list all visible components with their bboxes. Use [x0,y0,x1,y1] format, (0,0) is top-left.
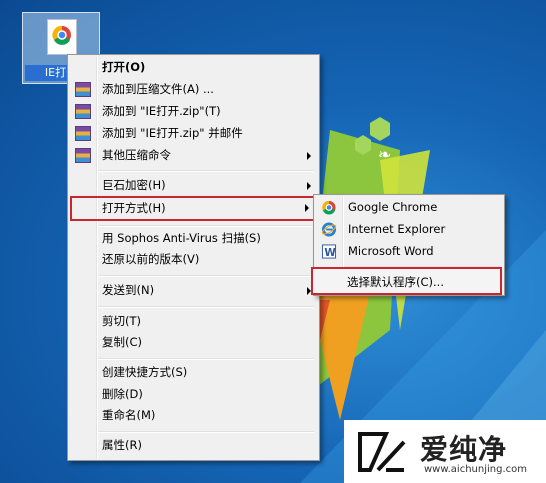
menu-item-add-to-zip-label: 添加到 "IE打开.zip"(T) [102,104,221,118]
menu-item-open[interactable]: 打开(O) [70,57,317,78]
menu-separator [98,306,314,308]
menu-item-create-shortcut[interactable]: 创建快捷方式(S) [70,362,317,383]
menu-item-copy-label: 复制(C) [102,335,143,349]
submenu-item-choose-default-label: 选择默认程序(C)... [347,275,444,289]
menu-separator [98,358,314,360]
menu-item-rename[interactable]: 重命名(M) [70,405,317,426]
submenu-item-google-chrome-label: Google Chrome [348,200,438,214]
brand-logo-icon [358,432,406,472]
chrome-icon [321,200,337,215]
winrar-icon [75,126,91,141]
menu-item-properties-label: 属性(R) [102,438,142,452]
winrar-icon [75,82,91,97]
submenu-arrow-icon [305,204,309,212]
watermark-brand: 爱纯净 [420,433,508,466]
menu-item-other-compress-label: 其他压缩命令 [102,148,171,162]
menu-item-cut-label: 剪切(T) [102,314,141,328]
menu-item-other-compress[interactable]: 其他压缩命令 [70,145,317,166]
winrar-icon [75,148,91,163]
menu-item-open-with-label: 打开方式(H) [102,201,166,215]
menu-item-sophos-scan-label: 用 Sophos Anti-Virus 扫描(S) [102,231,261,245]
watermark: 爱纯净 www.aichunjing.com [344,420,546,483]
menu-item-restore-versions[interactable]: 还原以前的版本(V) [70,249,317,270]
winrar-icon [75,104,91,119]
menu-item-delete[interactable]: 删除(D) [70,384,317,405]
watermark-url: www.aichunjing.com [424,464,527,475]
menu-item-create-shortcut-label: 创建快捷方式(S) [102,365,188,379]
internet-explorer-icon [321,222,337,237]
submenu-arrow-icon [307,182,311,190]
submenu-arrow-icon [307,152,311,160]
chrome-document-icon [47,19,77,55]
menu-item-add-to-zip[interactable]: 添加到 "IE打开.zip"(T) [70,101,317,122]
menu-item-properties[interactable]: 属性(R) [70,435,317,456]
menu-item-encrypt-label: 巨石加密(H) [102,178,166,192]
menu-item-add-to-zip-email[interactable]: 添加到 "IE打开.zip" 并邮件 [70,123,317,144]
submenu-item-internet-explorer-label: Internet Explorer [348,222,446,236]
menu-item-send-to[interactable]: 发送到(N) [70,280,317,301]
menu-separator [98,431,314,433]
menu-item-open-label: 打开(O) [102,60,146,74]
menu-item-open-with[interactable]: 打开方式(H) [70,196,317,221]
menu-item-encrypt[interactable]: 巨石加密(H) [70,175,317,196]
menu-item-sophos-scan[interactable]: 用 Sophos Anti-Virus 扫描(S) [70,228,317,249]
menu-separator [98,275,314,277]
submenu-item-internet-explorer[interactable]: Internet Explorer [316,219,502,240]
submenu-item-google-chrome[interactable]: Google Chrome [316,197,502,218]
microsoft-word-icon: W [321,244,337,259]
context-menu: 打开(O) 添加到压缩文件(A) ... 添加到 "IE打开.zip"(T) 添… [67,54,320,461]
submenu-item-microsoft-word[interactable]: W Microsoft Word [316,241,502,262]
menu-item-add-to-archive[interactable]: 添加到压缩文件(A) ... [70,79,317,100]
submenu-item-microsoft-word-label: Microsoft Word [348,244,434,258]
svg-text:W: W [324,247,336,259]
menu-item-copy[interactable]: 复制(C) [70,332,317,353]
menu-item-restore-versions-label: 还原以前的版本(V) [102,252,200,266]
menu-item-add-to-zip-email-label: 添加到 "IE打开.zip" 并邮件 [102,126,243,140]
menu-item-delete-label: 删除(D) [102,387,143,401]
svg-text:❧: ❧ [378,145,391,164]
submenu-item-choose-default[interactable]: 选择默认程序(C)... [311,267,502,295]
menu-item-rename-label: 重命名(M) [102,408,156,422]
menu-item-add-to-archive-label: 添加到压缩文件(A) ... [102,82,214,96]
menu-item-cut[interactable]: 剪切(T) [70,311,317,332]
menu-separator [98,225,314,227]
menu-item-send-to-label: 发送到(N) [102,283,155,297]
menu-separator [98,170,314,172]
